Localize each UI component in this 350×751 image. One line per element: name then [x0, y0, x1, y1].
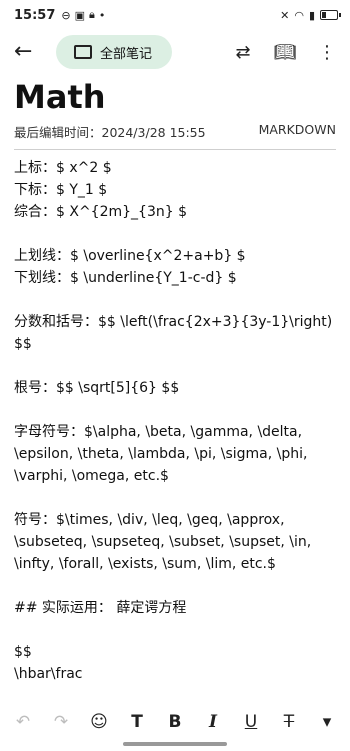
note-editor[interactable]: 上标：$ x^2 $ 下标：$ Y_1 $ 综合：$ X^{2m}_{3n} $ 上划… — [14, 157, 340, 685]
more-format-icon[interactable]: ▾ — [312, 708, 342, 736]
note-line: 字母符号：$\alpha, \beta, \gamma, \delta, \ep… — [14, 424, 312, 484]
back-arrow-icon[interactable]: ← — [14, 41, 36, 63]
italic-button[interactable]: I — [198, 708, 228, 736]
notification-icons: ⊖ ▣ 🔒︎ • — [61, 8, 105, 22]
status-time: 15:57 — [14, 7, 56, 23]
note-line — [14, 575, 340, 597]
signal-icon: ▮ — [308, 8, 315, 22]
folder-label: 全部笔记 — [100, 46, 153, 62]
swap-icon[interactable]: ⇄ — [232, 41, 254, 63]
format-toolbar: ↶ ↷ ☺ T B I U T ▾ — [0, 705, 350, 739]
note-line — [14, 289, 340, 311]
note-line — [14, 619, 340, 641]
note-meta: 最后编辑时间：2024/3/28 15:55 MARKDOWN — [14, 122, 336, 141]
note-line — [14, 355, 340, 377]
strikethrough-button[interactable]: T — [274, 708, 304, 736]
note-line: 根号：$$ \sqrt[5]{6} $$ — [14, 380, 180, 396]
note-title[interactable]: Math — [14, 78, 106, 116]
app-bar-actions: ⇄ 📖︎ ⋮ — [232, 41, 338, 63]
note-line — [14, 223, 340, 245]
last-edited-text: 最后编辑时间：2024/3/28 15:55 — [14, 125, 206, 140]
app-bar: ← 全部笔记 ⇄ 📖︎ ⋮ — [0, 34, 350, 70]
note-line: 下划线：$ \underline{Y_1-c-d} $ — [14, 270, 237, 286]
more-options-icon[interactable]: ⋮ — [316, 41, 338, 63]
heading-button[interactable]: T — [122, 708, 152, 736]
bold-button[interactable]: B — [160, 708, 190, 736]
sim-icon: ▣ — [74, 8, 86, 22]
dnd-icon: ⊖ — [61, 8, 71, 22]
note-line — [14, 399, 340, 421]
note-line: 上划线：$ \overline{x^2+a+b} $ — [14, 248, 246, 264]
system-icons: ✕ ◠ ▮ — [280, 8, 341, 22]
underline-button[interactable]: U — [236, 708, 266, 736]
divider — [14, 149, 336, 150]
status-bar: 15:57 ⊖ ▣ 🔒︎ • ✕ ◠ ▮ — [0, 0, 350, 30]
note-line — [14, 487, 340, 509]
wifi-icon: ◠ — [294, 8, 304, 22]
redo-icon[interactable]: ↷ — [46, 708, 76, 736]
folder-icon — [74, 45, 92, 59]
dot-icon: • — [98, 8, 106, 22]
note-line: $$ — [14, 644, 32, 660]
note-line: ## 实际运用： 薛定谔方程 — [14, 600, 187, 616]
mute-icon: ✕ — [280, 8, 290, 22]
home-indicator[interactable] — [123, 742, 227, 746]
reading-mode-icon[interactable]: 📖︎ — [274, 41, 297, 63]
note-line: 符号：$\times, \div, \leq, \geq, \approx, \… — [14, 512, 316, 572]
note-line: 下标：$ Y_1 $ — [14, 182, 108, 198]
note-line: 分数和括号：$$ \left(\frac{2x+3}{3y-1}\right) … — [14, 314, 337, 352]
folder-selector-button[interactable]: 全部笔记 — [56, 35, 173, 69]
note-line: 综合：$ X^{2m}_{3n} $ — [14, 204, 187, 220]
undo-icon[interactable]: ↶ — [8, 708, 38, 736]
lock-icon: 🔒︎ — [89, 8, 95, 21]
note-line: \hbar\frac — [14, 666, 83, 682]
emoji-icon[interactable]: ☺ — [84, 708, 114, 736]
note-line: 上标：$ x^2 $ — [14, 160, 112, 176]
editor-mode-label[interactable]: MARKDOWN — [259, 122, 336, 141]
battery-icon — [320, 10, 341, 20]
